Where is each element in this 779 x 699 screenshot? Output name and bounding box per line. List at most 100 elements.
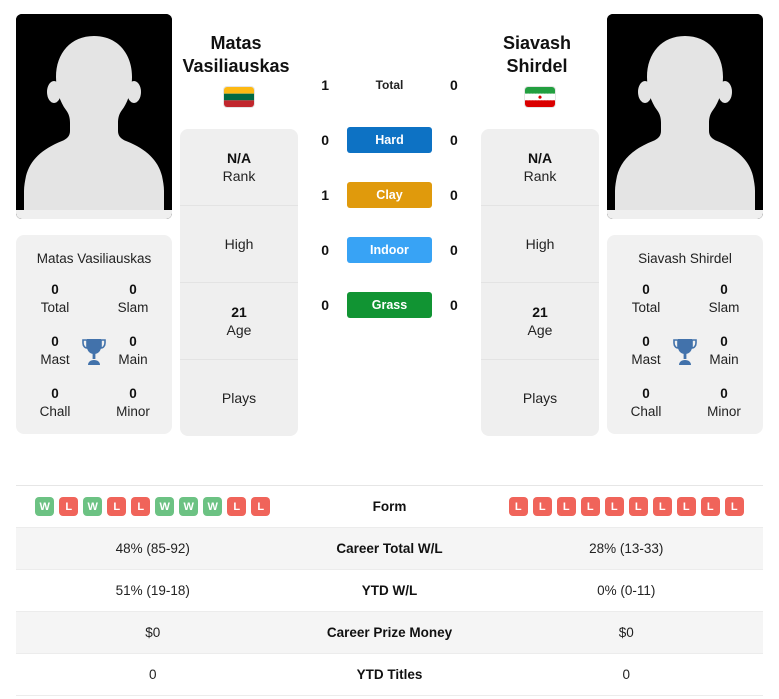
right-high-label: High: [525, 235, 555, 252]
left-ytd-titles: 0: [148, 667, 157, 682]
right-form-badges: LLLLLLLLLL: [490, 497, 764, 516]
form-badge-loss: L: [59, 497, 79, 516]
left-titles-total: 0 Total: [16, 281, 94, 316]
flag-lithuania-icon: [224, 87, 254, 107]
right-titles-player-name: Siavash Shirdel: [638, 251, 732, 266]
right-titles-minor-label: Minor: [707, 403, 741, 419]
form-badge-loss: L: [580, 497, 600, 516]
left-titles-chall-label: Chall: [39, 403, 71, 419]
right-player-info-column: Siavash Shirdel N/A Rank High 21 Age Pla…: [481, 14, 599, 436]
form-badge-loss: L: [676, 497, 696, 516]
h2h-row-grass: 0 Grass 0: [314, 292, 466, 318]
h2h-total-right: 0: [450, 77, 458, 93]
left-plays-label: Plays: [221, 389, 257, 406]
h2h-hard-left: 0: [321, 132, 329, 148]
h2h-indoor-right: 0: [450, 242, 458, 258]
left-player-photo: [16, 14, 172, 219]
left-titles-slam: 0 Slam: [94, 281, 172, 316]
right-titles-minor: 0 Minor: [685, 385, 763, 420]
left-titles-grid: 0 Total 0 Slam 0 Mast 0 Main 0 Chall 0 M…: [16, 281, 172, 420]
row-label-ytd-wl: YTD W/L: [361, 583, 418, 598]
form-badge-loss: L: [107, 497, 127, 516]
h2h-total-label: Total: [375, 78, 404, 92]
right-plays-label: Plays: [522, 389, 558, 406]
player-silhouette-icon: [607, 14, 763, 219]
right-titles-slam: 0 Slam: [685, 281, 763, 316]
left-career-total-wl: 48% (85-92): [115, 541, 190, 556]
form-badge-loss: L: [508, 497, 528, 516]
right-info-cards: N/A Rank High 21 Age Plays: [481, 129, 599, 436]
right-ytd-wl: 0% (0-11): [597, 583, 656, 598]
left-player-name: Matas Vasiliauskas: [171, 14, 301, 77]
right-career-prize-money: $0: [618, 625, 634, 640]
form-badge-loss: L: [556, 497, 576, 516]
row-label-career-prize-money: Career Prize Money: [326, 625, 453, 640]
trophy-icon: [82, 338, 106, 365]
right-age-label: Age: [527, 322, 553, 338]
right-age-card: 21 Age: [481, 283, 599, 360]
right-form-cell: LLLLLLLLLL: [490, 497, 764, 516]
h2h-grass-label[interactable]: Grass: [346, 292, 433, 318]
form-badge-loss: L: [604, 497, 624, 516]
left-titles-slam-value: 0: [129, 282, 137, 298]
h2h-indoor-left: 0: [321, 242, 329, 258]
h2h-clay-right: 0: [450, 187, 458, 203]
right-titles-chall-value: 0: [642, 386, 650, 402]
left-high-card: High: [180, 206, 298, 283]
form-badge-win: W: [203, 497, 223, 516]
row-label-form: Form: [372, 499, 407, 514]
right-titles-grid: 0 Total 0 Slam 0 Mast 0 Main 0 Chall 0 M…: [607, 281, 763, 420]
left-age-label: Age: [226, 322, 252, 338]
h2h-hard-label[interactable]: Hard: [346, 127, 433, 153]
table-row-ytd-titles: 0 YTD Titles 0: [16, 654, 763, 696]
form-badge-win: W: [155, 497, 175, 516]
left-titles-player-name: Matas Vasiliauskas: [36, 251, 152, 266]
right-titles-chall-label: Chall: [630, 403, 662, 419]
left-age-value: 21: [231, 303, 247, 320]
right-ytd-titles: 0: [622, 667, 630, 682]
h2h-total-left: 1: [321, 77, 329, 93]
left-player-last-name: Vasiliauskas: [182, 55, 290, 76]
left-titles-minor-label: Minor: [116, 403, 150, 419]
left-age-card: 21 Age: [180, 283, 298, 360]
form-badge-win: W: [35, 497, 55, 516]
right-titles-chall: 0 Chall: [607, 385, 685, 420]
left-form-badges: WLWLLWWWLL: [16, 497, 290, 516]
form-badge-loss: L: [652, 497, 672, 516]
left-player-panel: Matas Vasiliauskas 0 Total 0 Slam 0 Mast…: [16, 14, 172, 435]
left-player-info-column: Matas Vasiliauskas N/A Rank High 21 Age …: [180, 14, 298, 436]
left-ytd-wl: 51% (19-18): [115, 583, 190, 598]
h2h-row-clay: 1 Clay 0: [314, 182, 466, 208]
h2h-grass-right: 0: [450, 297, 458, 313]
left-plays-card: Plays: [180, 360, 298, 436]
trophy-icon: [673, 338, 697, 365]
right-titles-minor-value: 0: [720, 386, 728, 402]
left-player-first-name: Matas: [210, 33, 262, 53]
player-silhouette-icon: [16, 14, 172, 219]
right-player-last-name: Shirdel: [506, 55, 568, 76]
h2h-row-total: 1 Total 0: [314, 72, 466, 98]
left-career-prize-money: $0: [145, 625, 161, 640]
right-titles-slam-label: Slam: [708, 299, 740, 315]
right-titles-total-value: 0: [642, 282, 650, 298]
left-titles-total-label: Total: [40, 299, 70, 315]
flag-iran-icon: [525, 87, 555, 107]
form-badge-loss: L: [700, 497, 720, 516]
right-titles-card: Siavash Shirdel 0 Total 0 Slam 0 Mast 0 …: [607, 235, 763, 435]
left-titles-minor-value: 0: [129, 386, 137, 402]
h2h-indoor-label[interactable]: Indoor: [346, 237, 433, 263]
right-titles-total-label: Total: [631, 299, 661, 315]
h2h-clay-label[interactable]: Clay: [346, 182, 433, 208]
right-titles-slam-value: 0: [720, 282, 728, 298]
form-badge-loss: L: [532, 497, 552, 516]
right-age-value: 21: [532, 303, 548, 320]
left-titles-card: Matas Vasiliauskas 0 Total 0 Slam 0 Mast…: [16, 235, 172, 435]
h2h-row-indoor: 0 Indoor 0: [314, 237, 466, 263]
table-row-career-total-wl: 48% (85-92) Career Total W/L 28% (13-33): [16, 528, 763, 570]
left-info-cards: N/A Rank High 21 Age Plays: [180, 129, 298, 436]
right-player-name: Siavash Shirdel: [472, 14, 602, 77]
h2h-row-hard: 0 Hard 0: [314, 127, 466, 153]
left-rank-value: N/A: [226, 149, 252, 166]
left-titles-slam-label: Slam: [117, 299, 149, 315]
h2h-clay-left: 1: [321, 187, 329, 203]
